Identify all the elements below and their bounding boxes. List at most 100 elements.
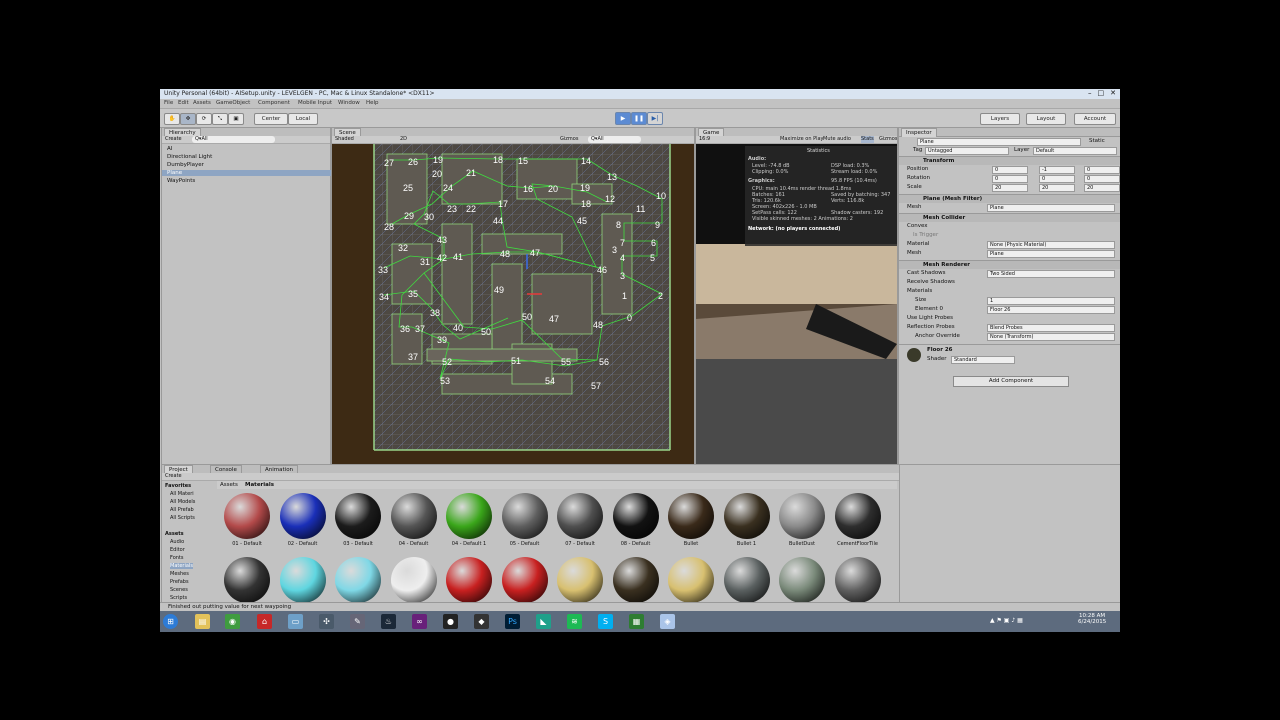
material-asset[interactable]: 04 - Default 1 (444, 493, 494, 555)
material-asset[interactable] (333, 557, 383, 602)
visual-studio-icon[interactable]: ∞ (412, 614, 427, 629)
waypoint-label[interactable]: 35 (408, 289, 418, 299)
waypoint-label[interactable]: 53 (440, 376, 450, 386)
waypoint-label[interactable]: 19 (433, 155, 443, 165)
account-dropdown[interactable]: Account (1074, 113, 1116, 125)
waypoint-label[interactable]: 13 (607, 172, 617, 182)
asset-folder-item[interactable]: Fonts (170, 555, 184, 561)
waypoint-label[interactable]: 43 (437, 235, 447, 245)
scene-search-input[interactable]: Q▾All (588, 136, 641, 143)
object-name-field[interactable]: Plane (917, 138, 1081, 146)
waypoint-label[interactable]: 47 (549, 314, 559, 324)
collider-mesh-field[interactable]: Plane (987, 250, 1115, 258)
waypoint-label[interactable]: 21 (466, 168, 476, 178)
material-asset[interactable]: 08 - Default (611, 493, 661, 555)
favorites-heading[interactable]: Favorites (165, 483, 191, 489)
transform-header[interactable]: Transform (899, 156, 1120, 165)
waypoint-label[interactable]: 8 (616, 220, 621, 230)
breadcrumb-materials[interactable]: Materials (245, 481, 274, 489)
favorite-item[interactable]: All Models (170, 499, 195, 505)
waypoint-label[interactable]: 33 (378, 265, 388, 275)
waypoint-label[interactable]: 42 (437, 253, 447, 263)
play-icon[interactable]: ▶ (615, 112, 631, 125)
waypoint-label[interactable]: 2 (658, 291, 663, 301)
waypoint-label[interactable]: 12 (605, 194, 615, 204)
rotation-x-field[interactable]: 0 (992, 175, 1028, 183)
spotify-icon[interactable]: ≋ (567, 614, 582, 629)
waypoint-label[interactable]: 28 (384, 222, 394, 232)
aspect-ratio-dropdown[interactable]: 16:9 (699, 136, 710, 143)
waypoint-label[interactable]: 10 (656, 191, 666, 201)
hierarchy-item-waypoints[interactable]: WayPoints (167, 178, 195, 184)
material-asset[interactable]: Bullet 1 (722, 493, 772, 555)
app-icon-dark[interactable]: ● (443, 614, 458, 629)
material-asset[interactable] (278, 557, 328, 602)
material-asset[interactable] (389, 557, 439, 602)
tray-icons[interactable]: ▲ ⚑ ▣ ♪ ▦ (990, 617, 1023, 624)
material-asset[interactable]: 04 - Default (389, 493, 439, 555)
rotation-z-field[interactable]: 0 (1084, 175, 1120, 183)
static-toggle[interactable]: Static (1089, 138, 1105, 144)
hierarchy-item-directional-light[interactable]: Directional Light (167, 154, 212, 160)
material-asset[interactable]: 07 - Default (555, 493, 605, 555)
layers-dropdown[interactable]: Layers (980, 113, 1020, 125)
menu-window[interactable]: Window (338, 100, 360, 106)
waypoint-label[interactable]: 7 (620, 238, 625, 248)
waypoint-label[interactable]: 16 (523, 184, 533, 194)
system-clock[interactable]: 10:28 AM 6/24/2015 (1078, 613, 1106, 625)
app-icon-window[interactable]: ▭ (288, 614, 303, 629)
waypoint-label[interactable]: 31 (420, 257, 430, 267)
asset-folder-item[interactable]: Scripts (170, 595, 187, 601)
cast-shadows-dropdown[interactable]: Two Sided (987, 270, 1115, 278)
waypoint-label[interactable]: 36 (400, 324, 410, 334)
add-component-button[interactable]: Add Component (953, 376, 1069, 387)
material-asset[interactable] (833, 557, 883, 602)
material-asset[interactable] (666, 557, 716, 602)
waypoint-label[interactable]: 23 (447, 204, 457, 214)
tag-dropdown[interactable]: Untagged (925, 147, 1009, 155)
mute-audio-toggle[interactable]: Mute audio (823, 136, 851, 143)
hierarchy-item-dumbyplayer[interactable]: DumbyPlayer (167, 162, 204, 168)
pause-icon[interactable]: ❚❚ (631, 112, 647, 125)
pivot-center-button[interactable]: Center (254, 113, 288, 125)
material-asset[interactable]: CementFloorTile (833, 493, 883, 555)
breadcrumb-assets[interactable]: Assets (220, 481, 238, 489)
toggle-2d-button[interactable]: 2D (400, 136, 407, 143)
app-icon-teal[interactable]: ◣ (536, 614, 551, 629)
waypoint-label[interactable]: 30 (424, 212, 434, 222)
waypoint-label[interactable]: 50 (522, 312, 532, 322)
waypoint-label[interactable]: 6 (651, 238, 656, 248)
shader-dropdown[interactable]: Standard (951, 356, 1015, 364)
menu-assets[interactable]: Assets (193, 100, 211, 106)
material-asset[interactable] (444, 557, 494, 602)
scale-z-field[interactable]: 20 (1084, 184, 1120, 192)
hierarchy-create-button[interactable]: Create (165, 136, 182, 143)
mesh-filter-header[interactable]: Plane (Mesh Filter) (899, 194, 1120, 203)
scale-y-field[interactable]: 20 (1039, 184, 1075, 192)
waypoint-label[interactable]: 46 (597, 265, 607, 275)
game-gizmos-dropdown[interactable]: Gizmos (879, 136, 897, 143)
material-asset[interactable]: Bullet (666, 493, 716, 555)
hierarchy-search-input[interactable]: Q▾All (192, 136, 275, 143)
waypoint-label[interactable]: 45 (577, 216, 587, 226)
waypoint-label[interactable]: 37 (408, 352, 418, 362)
layout-dropdown[interactable]: Layout (1026, 113, 1066, 125)
app-icon-tool[interactable]: ✎ (350, 614, 365, 629)
waypoint-label[interactable]: 5 (650, 253, 655, 263)
chrome-icon[interactable]: ◉ (225, 614, 240, 629)
waypoint-label[interactable]: 32 (398, 243, 408, 253)
waypoint-label[interactable]: 40 (453, 323, 463, 333)
waypoint-label[interactable]: 39 (437, 335, 447, 345)
app-icon-red[interactable]: ⌂ (257, 614, 272, 629)
hierarchy-item-ai[interactable]: AI (167, 146, 172, 152)
material-asset[interactable] (222, 557, 272, 602)
hand-tool-icon[interactable]: ✋ (164, 113, 180, 125)
material-asset[interactable] (555, 557, 605, 602)
waypoint-label[interactable]: 17 (498, 199, 508, 209)
file-explorer-icon[interactable]: ▤ (195, 614, 210, 629)
waypoint-label[interactable]: 37 (415, 324, 425, 334)
start-button-icon[interactable]: ⊞ (163, 614, 178, 629)
materials-size-field[interactable]: 1 (987, 297, 1115, 305)
material-asset[interactable]: 03 - Default (333, 493, 383, 555)
waypoint-label[interactable]: 57 (591, 381, 601, 391)
